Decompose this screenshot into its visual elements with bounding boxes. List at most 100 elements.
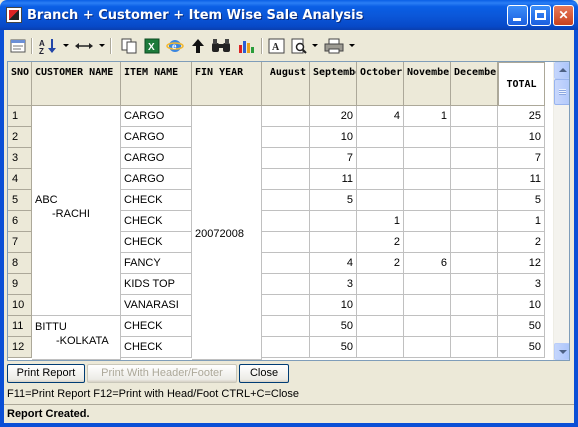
app-icon[interactable] [6,7,22,23]
cell-october[interactable] [357,337,404,358]
cell-december[interactable] [451,316,498,337]
print-preview-dropdown-arrow[interactable] [312,44,318,47]
minimize-button[interactable] [507,5,528,26]
cell-december[interactable] [451,274,498,295]
cell-item-name[interactable]: CARGO [121,148,192,169]
cell-november[interactable] [404,274,451,295]
close-window-button[interactable]: ✕ [553,5,574,26]
print-with-header-footer-button[interactable]: Print With Header/Footer [87,364,237,383]
vertical-scrollbar[interactable] [553,62,569,360]
cell-sno[interactable]: 2 [8,127,32,148]
cell-october[interactable] [357,274,404,295]
cell-november[interactable]: 6 [404,253,451,274]
cell-october[interactable]: 2 [357,253,404,274]
internet-icon[interactable]: e [166,38,184,54]
cell-october[interactable]: 2 [357,232,404,253]
customer-cell[interactable]: ABC -RACHI [32,106,121,316]
cell-item-name[interactable]: CARGO [121,169,192,190]
cell-november[interactable] [404,316,451,337]
cell-august[interactable] [262,106,310,127]
cell-sno[interactable]: 4 [8,169,32,190]
cell-november[interactable] [404,127,451,148]
up-arrow-icon[interactable] [190,38,206,54]
scroll-thumb[interactable] [554,79,569,105]
header-fin-year[interactable]: FIN YEAR [192,62,262,106]
fin-year-cell[interactable]: 20072008 [192,106,262,360]
cell-sno[interactable]: 9 [8,274,32,295]
cell-item-name[interactable]: CHECK [121,190,192,211]
cell-item-name[interactable]: CHECK [121,337,192,358]
cell-september[interactable] [310,211,357,232]
cell-total[interactable]: 7 [498,148,545,169]
cell-item-name[interactable]: FANCY [121,253,192,274]
header-september[interactable]: September [310,62,357,106]
scroll-down-button[interactable] [554,343,569,360]
cell-november[interactable] [404,190,451,211]
column-width-dropdown-arrow[interactable] [99,44,105,47]
header-november[interactable]: November [404,62,451,106]
cell-total[interactable]: 11 [498,169,545,190]
cell-total[interactable]: 50 [498,337,545,358]
cell-sno[interactable]: 5 [8,190,32,211]
copy-icon[interactable] [120,38,138,54]
print-report-button[interactable]: Print Report [7,364,85,383]
cell-total[interactable]: 10 [498,127,545,148]
cell-sno[interactable]: 8 [8,253,32,274]
cell-september[interactable]: 4 [310,253,357,274]
close-button[interactable]: Close [239,364,289,383]
cell-november[interactable] [404,169,451,190]
cell-total[interactable]: 50 [498,316,545,337]
cell-november[interactable] [404,337,451,358]
cell-total[interactable]: 25 [498,106,545,127]
cell-august[interactable] [262,211,310,232]
cell-sno[interactable]: 6 [8,211,32,232]
cell-september[interactable]: 11 [310,169,357,190]
title-bar[interactable]: Branch + Customer + Item Wise Sale Analy… [0,0,578,30]
cell-total[interactable]: 12 [498,253,545,274]
cell-sno[interactable]: 3 [8,148,32,169]
sort-icon[interactable]: A Z [39,38,59,54]
cell-item-name[interactable]: VANARASI [121,295,192,316]
cell-december[interactable] [451,148,498,169]
report-icon[interactable] [10,38,27,54]
cell-september[interactable]: 20 [310,106,357,127]
cell-december[interactable] [451,106,498,127]
chart-icon[interactable] [237,38,255,54]
scroll-up-button[interactable] [554,62,569,79]
sort-dropdown-arrow[interactable] [63,44,69,47]
cell-item-name[interactable]: CARGO [121,127,192,148]
cell-total[interactable]: 2 [498,232,545,253]
cell-total[interactable]: 1 [498,211,545,232]
find-icon[interactable] [211,38,231,54]
cell-october[interactable] [357,295,404,316]
cell-november[interactable] [404,232,451,253]
cell-december[interactable] [451,127,498,148]
cell-december[interactable] [451,169,498,190]
cell-september[interactable]: 10 [310,295,357,316]
cell-august[interactable] [262,127,310,148]
cell-september[interactable]: 5 [310,190,357,211]
report-grid[interactable]: SNO. CUSTOMER NAME ITEM NAME FIN YEAR Au… [7,61,570,361]
header-august[interactable]: August [262,62,310,106]
customer-cell[interactable]: BITTU -KOLKATA [32,316,121,360]
cell-total[interactable]: 5 [498,190,545,211]
print-preview-icon[interactable] [290,38,308,54]
cell-september[interactable]: 3 [310,274,357,295]
column-width-icon[interactable] [74,38,94,54]
header-sno[interactable]: SNO. [8,62,32,106]
cell-september[interactable]: 7 [310,148,357,169]
cell-october[interactable] [357,127,404,148]
header-total[interactable]: TOTAL [498,62,545,106]
header-item-name[interactable]: ITEM NAME [121,62,192,106]
cell-sno[interactable]: 1 [8,106,32,127]
cell-december[interactable] [451,295,498,316]
cell-october[interactable] [357,316,404,337]
cell-august[interactable] [262,253,310,274]
maximize-button[interactable] [530,5,551,26]
cell-october[interactable]: 1 [357,211,404,232]
cell-october[interactable] [357,169,404,190]
cell-september[interactable]: 10 [310,127,357,148]
cell-november[interactable] [404,148,451,169]
cell-august[interactable] [262,232,310,253]
cell-august[interactable] [262,337,310,358]
